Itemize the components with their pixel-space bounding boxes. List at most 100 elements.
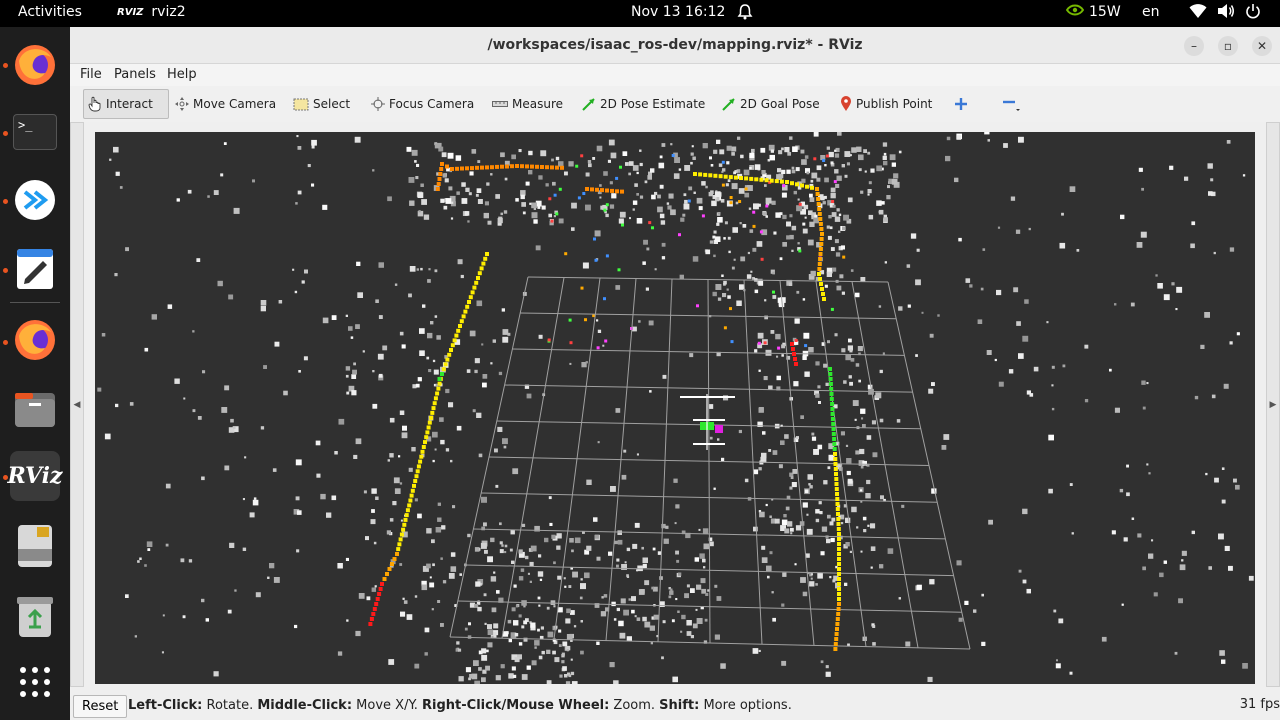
publish-point-tool[interactable]: Publish Point [836,89,936,119]
cloud-point [498,371,503,376]
cloud-point [850,358,855,362]
cloud-point [557,575,562,580]
activities-button[interactable]: Activities [18,4,82,20]
cloud-point [399,482,403,485]
minimize-button[interactable]: – [1184,36,1204,56]
cloud-point [1210,178,1214,182]
cloud-point [867,524,870,527]
cloud-point [416,268,419,271]
path-point [610,188,614,193]
cloud-point [1018,136,1024,143]
right-dock-collapse-handle[interactable]: ▶ [1266,122,1280,687]
cloud-point [769,154,775,161]
text-editor-launcher[interactable] [10,244,60,294]
cloud-point [678,572,682,576]
power-draw-indicator[interactable]: 15W [1065,4,1121,20]
cloud-point [815,583,818,586]
path-point [483,256,488,261]
trash-launcher[interactable] [10,592,60,642]
path-point [828,382,833,386]
rviz-icon: RViz [7,463,63,489]
cloud-point-colored [596,346,600,350]
system-tray[interactable] [1189,3,1261,23]
menu-panels[interactable]: Panels [114,67,156,82]
language-indicator[interactable]: en [1142,4,1160,20]
cloud-point [786,169,791,174]
menu-file[interactable]: File [80,67,102,82]
terminal-launcher[interactable]: >_ [10,107,60,157]
firefox-launcher[interactable] [10,40,60,90]
cloud-point [345,366,351,371]
vscode-launcher[interactable] [10,175,60,225]
move-camera-tool[interactable]: Move Camera [171,89,280,119]
cloud-point [851,147,857,153]
path-point [410,488,415,493]
window-titlebar[interactable]: /workspaces/isaac_ros-dev/mapping.rviz* … [70,27,1280,64]
files-icon [15,393,55,427]
cloud-point [1221,499,1226,504]
cloud-point [977,319,983,324]
cloud-point [657,206,663,213]
cloud-point [1058,618,1064,624]
reset-button[interactable]: Reset [73,695,128,718]
3d-viewport[interactable] [95,132,1255,684]
path-point [830,407,835,411]
left-dock-collapse-handle[interactable]: ◀ [70,122,84,687]
cloud-point [1018,353,1024,359]
cloud-point [267,576,270,579]
cloud-point [545,183,549,187]
cloud-point [649,625,655,631]
cloud-point [311,145,315,149]
cloud-point [1024,299,1029,304]
cloud-point [513,674,517,678]
add-tool-button[interactable] [950,89,972,119]
focus-camera-tool[interactable]: Focus Camera [367,89,478,119]
close-button[interactable]: ✕ [1252,36,1272,56]
show-apps-button[interactable] [10,657,60,707]
2d-goal-pose-tool[interactable]: 2D Goal Pose [718,89,824,119]
firefox-2-launcher[interactable] [10,315,60,365]
nvidia-icon [1065,4,1085,20]
cloud-point [615,408,621,413]
path-point [437,377,442,381]
clock[interactable]: Nov 13 16:12 [631,4,725,20]
cloud-point [820,660,824,664]
cloud-point [1061,212,1064,216]
cloud-point [648,320,654,326]
cloud-point [826,538,831,544]
measure-tool[interactable]: Measure [488,89,567,119]
rviz-launcher[interactable]: RViz [7,451,63,501]
app-menu[interactable]: RVIZ rviz2 [117,4,186,20]
drive-launcher[interactable] [10,521,60,571]
path-point [837,532,841,536]
2d-pose-estimate-tool[interactable]: 2D Pose Estimate [578,89,709,119]
menu-help[interactable]: Help [167,67,197,82]
cloud-point [414,663,420,669]
path-point [620,189,624,194]
cloud-point [776,355,779,358]
cloud-point [553,605,556,608]
cloud-point [431,608,434,611]
cloud-point [311,183,315,187]
interact-tool[interactable]: Interact [83,89,169,119]
cloud-point [481,654,488,661]
cloud-point [811,172,818,179]
maximize-button[interactable]: ▫ [1218,36,1238,56]
cloud-point [482,382,487,388]
path-point [835,492,839,496]
cloud-point [841,164,845,168]
select-tool[interactable]: Select [289,89,354,119]
cloud-point [705,592,709,596]
remove-tool-button[interactable] [997,89,1025,119]
files-launcher[interactable] [10,384,60,434]
running-indicator [3,63,8,68]
cloud-point [800,415,804,419]
cloud-point [809,193,813,198]
cloud-point [708,191,713,197]
cloud-point [762,431,766,435]
cloud-point [474,358,480,364]
cloud-point [568,161,574,167]
cloud-point [582,262,589,269]
bell-icon[interactable] [737,3,753,25]
cloud-point [846,470,851,476]
